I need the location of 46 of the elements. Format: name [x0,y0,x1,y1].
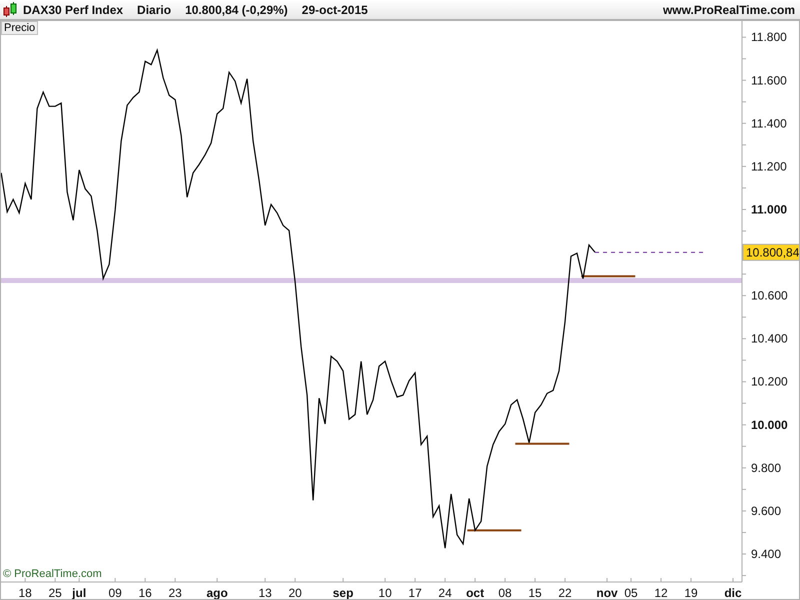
instrument-title: DAX30 Perf Index [23,2,124,16]
x-axis-label: 24 [438,586,452,600]
x-axis-label: oct [466,586,484,600]
x-axis-label: 17 [408,586,422,600]
copyright-text: © ProRealTime.com [3,568,102,580]
x-axis-label: 15 [528,586,542,600]
y-axis-label: 11.600 [751,73,787,88]
price-tag: 10.800,84 [742,244,800,261]
support-segment-drawing [515,442,570,445]
website-text: www.ProRealTime.com [662,2,795,16]
quote-text: 10.800,84 (-0,29%) [185,2,288,16]
x-axis-label: 16 [138,586,152,600]
date-text: 29-oct-2015 [302,2,368,16]
y-axis-label: 10.200 [751,374,788,389]
y-axis-label: 10.000 [751,418,788,432]
y-axis-label: 10.400 [751,332,788,346]
period-label: Diario [137,2,172,16]
y-axis-label: 11.400 [751,116,787,130]
x-axis-label: sep [332,586,354,600]
x-axis-label: 20 [288,586,302,600]
x-axis-label: jul [72,586,86,600]
panel-label[interactable]: Precio [1,21,38,35]
x-axis-label: 10 [378,586,392,600]
x-axis-label: 18 [18,586,32,600]
x-axis-label: 12 [654,586,668,600]
x-axis-label: 23 [168,586,182,600]
x-axis-label: 05 [624,586,638,600]
x-axis-label: 22 [558,586,572,600]
x-axis-label: dic [724,586,742,600]
x-axis-label: 09 [108,586,122,600]
y-axis-label: 11.000 [751,202,788,216]
support-segment-drawing [467,529,522,532]
y-axis-label: 9.600 [751,504,782,518]
y-axis-label: 9.400 [751,547,782,561]
y-axis-label: 10.600 [751,288,788,303]
x-axis-label: 08 [498,586,512,600]
candlestick-icon [3,2,17,18]
x-axis-label: ago [206,586,228,600]
y-axis-label: 9.800 [751,460,782,475]
x-axis-label: 25 [48,586,62,600]
x-axis-label: nov [596,586,618,600]
y-axis-label: 11.800 [751,30,787,44]
support-segment-drawing [581,275,636,278]
x-axis-label: 13 [258,586,272,600]
y-axis-label: 11.200 [751,159,787,174]
x-axis-label: 19 [684,586,698,600]
